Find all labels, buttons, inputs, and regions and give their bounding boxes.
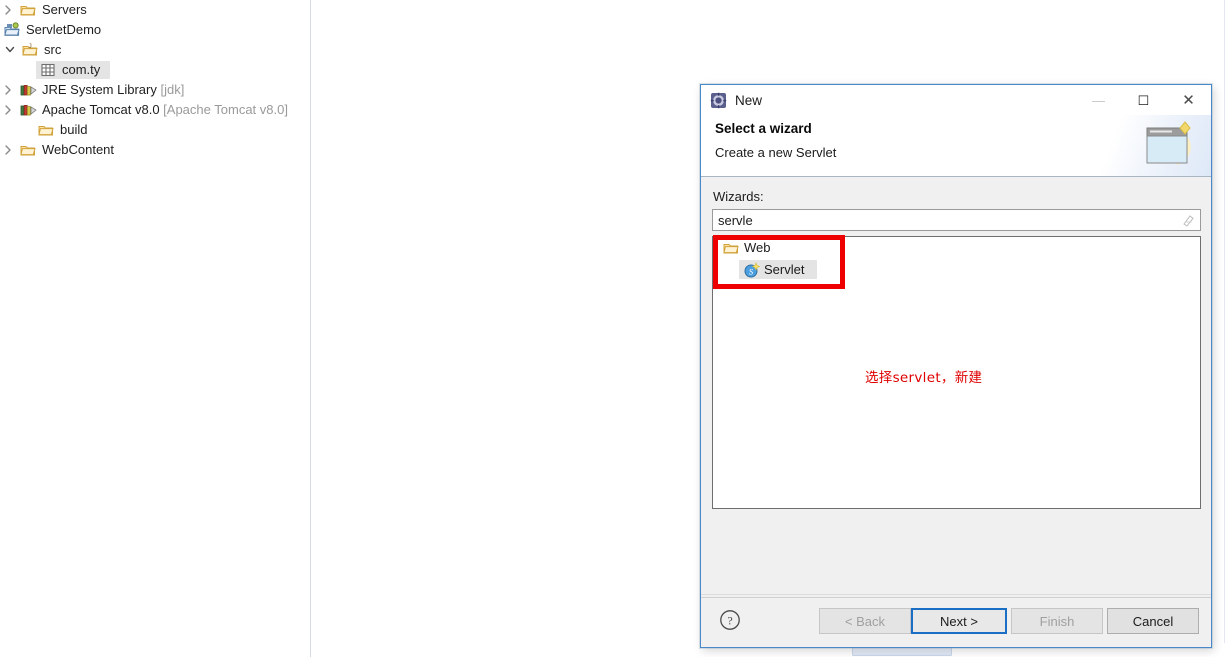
clear-filter-icon[interactable] bbox=[1181, 213, 1196, 228]
java-web-project-icon bbox=[4, 20, 21, 40]
wizards-label: Wizards: bbox=[713, 189, 764, 204]
tree-item-suffix: [Apache Tomcat v8.0] bbox=[159, 102, 288, 117]
wizard-item-label: Servlet bbox=[764, 262, 805, 277]
tree-item-label: src bbox=[44, 42, 62, 57]
package-icon bbox=[40, 60, 57, 80]
wizard-item-web[interactable]: Web bbox=[713, 237, 1200, 259]
dialog-footer: ? < Back Next > Finish Cancel bbox=[701, 594, 1211, 647]
help-icon[interactable]: ? bbox=[719, 609, 741, 631]
tree-item-label: Servers bbox=[42, 2, 87, 17]
wizard-filter-value: servle bbox=[718, 212, 753, 228]
chevron-right-icon[interactable] bbox=[2, 80, 14, 100]
close-icon: ✕ bbox=[1182, 91, 1195, 109]
tree-item-webcontent[interactable]: WebContent bbox=[0, 140, 310, 160]
next-button[interactable]: Next > bbox=[911, 608, 1007, 634]
tree-item-label: JRE System Library [jdk] bbox=[42, 82, 185, 97]
annotation-text: 选择servlet，新建 bbox=[865, 370, 983, 386]
svg-text:?: ? bbox=[727, 614, 732, 628]
library-icon bbox=[20, 80, 37, 100]
eclipse-new-wizard-icon bbox=[710, 92, 727, 109]
tree-item-build[interactable]: build bbox=[0, 120, 310, 140]
maximize-icon: ☐ bbox=[1137, 92, 1150, 108]
tree-item-servletdemo[interactable]: ServletDemo bbox=[0, 20, 310, 40]
wizard-filter-input[interactable]: servle bbox=[712, 209, 1201, 231]
maximize-button[interactable]: ☐ bbox=[1121, 85, 1166, 115]
tree-item-src[interactable]: Jsrc bbox=[0, 40, 310, 60]
library-icon bbox=[20, 100, 37, 120]
tree-item-label: com.ty bbox=[62, 62, 101, 77]
tree-item-servers[interactable]: Servers bbox=[0, 0, 310, 20]
cancel-button[interactable]: Cancel bbox=[1107, 608, 1199, 634]
tree-item-jre-system-library[interactable]: JRE System Library [jdk] bbox=[0, 80, 310, 100]
dialog-body: Wizards: servle Web S Servlet 选择servlet，新建 bbox=[701, 177, 1211, 594]
tree-item-suffix: [jdk] bbox=[156, 82, 185, 97]
back-button: < Back bbox=[819, 608, 911, 634]
servlet-icon: S bbox=[743, 259, 761, 281]
tree-item-label: WebContent bbox=[42, 142, 115, 157]
finish-button: Finish bbox=[1011, 608, 1103, 634]
package-explorer-pane: Servers ServletDemo Jsrc com.ty JRE System L… bbox=[0, 0, 311, 657]
tree-item-label: ServletDemo bbox=[26, 22, 102, 37]
folder-icon bbox=[38, 120, 55, 140]
wizard-banner bbox=[1061, 115, 1211, 176]
chevron-down-icon[interactable] bbox=[4, 40, 16, 60]
folder-icon bbox=[20, 0, 37, 20]
dialog-header-title: Select a wizard bbox=[715, 121, 812, 136]
source-folder-icon: J bbox=[22, 40, 39, 60]
dialog-header: Select a wizard Create a new Servlet bbox=[701, 115, 1211, 177]
wizard-banner-icon bbox=[1137, 120, 1199, 172]
tree-item-apache-tomcat-v8-0[interactable]: Apache Tomcat v8.0 [Apache Tomcat v8.0] bbox=[0, 100, 310, 120]
tree-item-label: Apache Tomcat v8.0 [Apache Tomcat v8.0] bbox=[42, 102, 288, 117]
folder-icon bbox=[723, 237, 741, 259]
tree-item-com-ty[interactable]: com.ty bbox=[0, 60, 310, 80]
window-controls: — ☐ ✕ bbox=[1076, 85, 1211, 115]
chevron-right-icon[interactable] bbox=[2, 100, 14, 120]
chevron-right-icon[interactable] bbox=[2, 140, 14, 160]
wizard-item-servlet[interactable]: S Servlet bbox=[713, 259, 1200, 281]
minimize-button[interactable]: — bbox=[1076, 85, 1121, 115]
minimize-icon: — bbox=[1092, 92, 1105, 108]
project-tree[interactable]: Servers ServletDemo Jsrc com.ty JRE System L… bbox=[0, 0, 310, 160]
svg-text:J: J bbox=[29, 43, 32, 50]
close-button[interactable]: ✕ bbox=[1166, 85, 1211, 115]
chevron-right-icon[interactable] bbox=[2, 0, 14, 20]
dialog-titlebar[interactable]: New — ☐ ✕ bbox=[701, 85, 1211, 115]
new-wizard-dialog: New — ☐ ✕ Select a wizard Create a new S… bbox=[700, 84, 1212, 648]
folder-icon bbox=[20, 140, 37, 160]
dialog-title: New bbox=[735, 92, 763, 108]
dialog-header-subtitle: Create a new Servlet bbox=[715, 145, 837, 160]
wizard-item-label: Web bbox=[744, 240, 771, 255]
screen: Servers ServletDemo Jsrc com.ty JRE System L… bbox=[0, 0, 1225, 657]
tree-item-label: build bbox=[60, 122, 88, 137]
